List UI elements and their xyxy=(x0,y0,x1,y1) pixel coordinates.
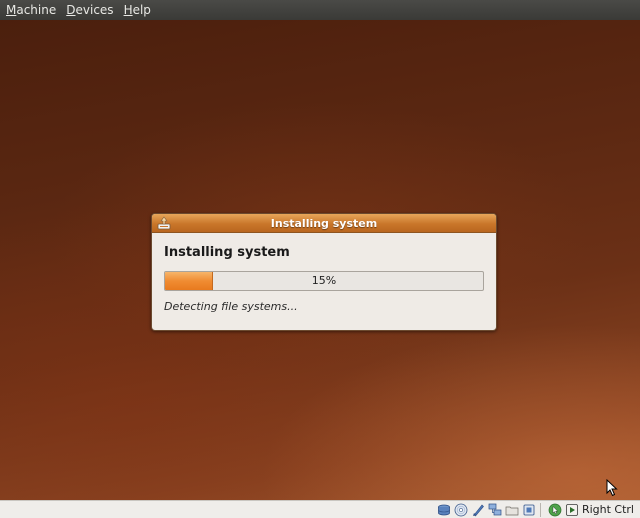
host-key-label: Right Ctrl xyxy=(581,503,634,516)
status-text: Detecting file systems... xyxy=(164,300,298,313)
installer-dialog: Installing system Installing system 15% … xyxy=(151,213,497,331)
install-progress-bar: 15% xyxy=(164,271,484,291)
host-key-icon[interactable] xyxy=(565,503,579,517)
progress-label: 15% xyxy=(311,274,337,287)
network-icon[interactable] xyxy=(488,503,502,517)
menubar: Machine Devices Help xyxy=(0,0,640,20)
menu-devices[interactable]: Devices xyxy=(66,0,113,20)
menu-help[interactable]: Help xyxy=(124,0,151,20)
floppy-icon[interactable] xyxy=(471,503,485,517)
dialog-titlebar[interactable]: Installing system xyxy=(152,214,496,233)
hard-disk-icon[interactable] xyxy=(437,503,451,517)
cd-icon[interactable] xyxy=(454,503,468,517)
dialog-heading: Installing system xyxy=(164,245,290,260)
mouse-pointer-icon xyxy=(606,479,618,497)
installer-icon xyxy=(157,216,171,230)
mouse-integration-icon[interactable] xyxy=(548,503,562,517)
menu-machine[interactable]: Machine xyxy=(6,0,56,20)
shared-folders-icon[interactable] xyxy=(505,503,519,517)
statusbar-separator xyxy=(539,502,541,517)
dialog-title: Installing system xyxy=(270,216,378,230)
vm-statusbar: Right Ctrl xyxy=(0,500,640,518)
usb-icon[interactable] xyxy=(522,503,536,517)
